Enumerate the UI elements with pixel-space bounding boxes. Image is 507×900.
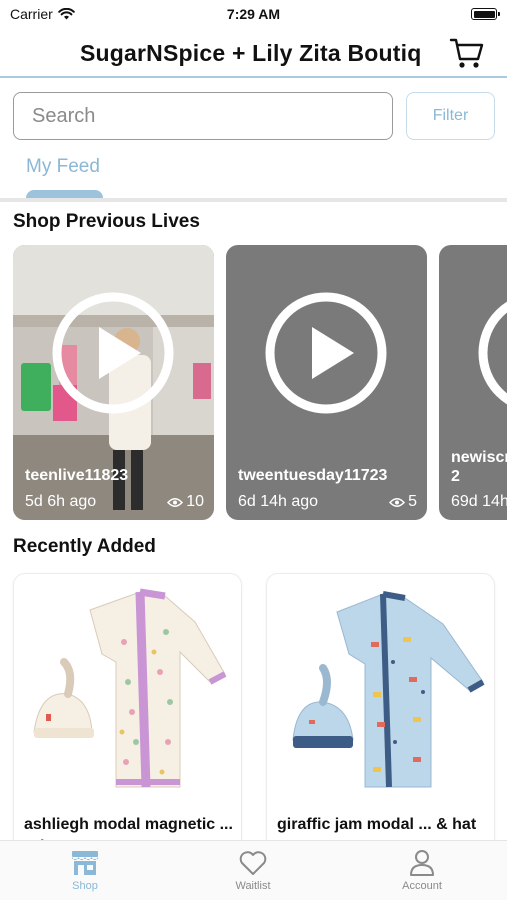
play-icon[interactable] <box>264 291 388 415</box>
storefront-icon <box>72 851 98 875</box>
live-views: 10 <box>167 493 204 511</box>
status-time: 7:29 AM <box>226 6 281 22</box>
tab-my-feed[interactable]: My Feed <box>26 156 100 178</box>
product-name: giraffic jam modal ... & hat <box>277 816 477 833</box>
tab-shop[interactable]: Shop <box>35 849 135 899</box>
filter-button[interactable]: Filter <box>406 92 495 140</box>
product-image <box>292 591 485 788</box>
eye-icon <box>389 497 406 507</box>
live-name: tweentuesday11723 <box>238 467 388 484</box>
product-image <box>33 588 227 788</box>
eye-icon <box>167 497 184 507</box>
tab-account[interactable]: Account <box>372 849 472 899</box>
heart-icon <box>239 851 267 875</box>
live-age: 69d 14h <box>451 493 507 510</box>
live-card[interactable]: tweentuesday11723 6d 14h ago 5 <box>226 245 427 520</box>
live-card[interactable]: newiscr 2 69d 14h <box>439 245 507 520</box>
person-icon <box>410 850 434 876</box>
live-name: newiscr <box>451 449 507 466</box>
tab-divider <box>0 198 507 202</box>
views-count: 10 <box>186 493 204 510</box>
live-card[interactable]: teenlive11823 5d 6h ago 10 <box>13 245 214 520</box>
status-bar: Carrier 7:29 AM <box>0 0 507 30</box>
product-card[interactable]: giraffic jam modal ... & hat <box>266 573 495 863</box>
section-title-previous-lives: Shop Previous Lives <box>13 211 200 232</box>
tab-bar: Shop Waitlist Account <box>0 840 507 900</box>
tab-label: Shop <box>72 880 98 892</box>
views-count: 5 <box>408 493 417 510</box>
nav-header: SugarNSpice + Lily Zita Boutiq <box>0 30 507 78</box>
tab-waitlist[interactable]: Waitlist <box>203 849 303 899</box>
tab-indicator <box>26 190 103 198</box>
product-card[interactable]: ashliegh modal magnetic ... & hat <box>13 573 242 863</box>
play-icon[interactable] <box>51 291 175 415</box>
live-age: 6d 14h ago <box>238 493 319 510</box>
search-input[interactable] <box>13 92 393 140</box>
live-views: 5 <box>389 493 417 511</box>
cart-button[interactable] <box>449 36 485 70</box>
page-title: SugarNSpice + Lily Zita Boutiq <box>80 40 422 66</box>
live-name: teenlive11823 <box>25 467 129 484</box>
section-title-recently-added: Recently Added <box>13 536 156 557</box>
live-age: 5d 6h ago <box>25 493 97 510</box>
battery-icon <box>471 8 500 20</box>
play-icon[interactable] <box>477 291 507 415</box>
tab-label: Waitlist <box>235 880 271 892</box>
cart-icon <box>449 38 484 68</box>
live-name-line2: 2 <box>451 468 460 485</box>
tab-label: Account <box>402 880 442 892</box>
